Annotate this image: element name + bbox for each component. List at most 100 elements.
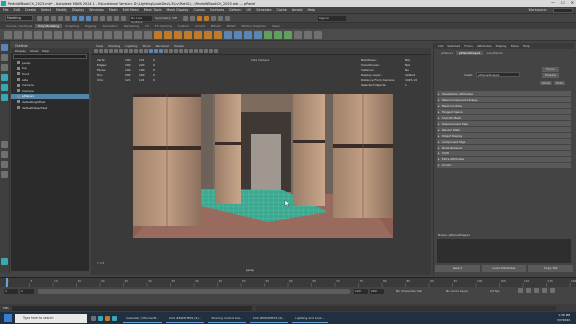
poly-sphere-icon[interactable] bbox=[4, 30, 12, 39]
undo-icon[interactable] bbox=[58, 15, 63, 21]
command-input[interactable] bbox=[12, 305, 253, 311]
menu-create[interactable]: Create bbox=[25, 8, 36, 12]
section-smooth-mesh[interactable]: Smooth Mesh bbox=[437, 114, 571, 121]
section-object-display[interactable]: Object Display bbox=[437, 132, 571, 139]
viewport-menu-lighting[interactable]: Lighting bbox=[125, 44, 137, 48]
go-to-start-icon[interactable] bbox=[518, 288, 523, 293]
connect-icon[interactable] bbox=[244, 30, 252, 39]
menu-mesh-display[interactable]: Mesh Display bbox=[167, 8, 189, 12]
super-shape-icon[interactable] bbox=[84, 30, 92, 39]
menu-deform[interactable]: Deform bbox=[229, 8, 241, 12]
snap-point-icon[interactable] bbox=[107, 15, 112, 21]
task-view-icon[interactable] bbox=[91, 315, 96, 321]
sweep-mesh-icon[interactable] bbox=[94, 30, 102, 39]
taskbar-item-cxa-2[interactable]: CXA #KW2HE29 (2)... bbox=[249, 313, 289, 323]
platonic-solid-icon[interactable] bbox=[74, 30, 82, 39]
shelf-tab-bifrost[interactable]: Bifrost bbox=[208, 24, 224, 28]
planar-map-icon[interactable] bbox=[274, 30, 282, 39]
sign-in-button[interactable]: Sign In bbox=[318, 16, 346, 21]
range-end-field[interactable]: 120 bbox=[354, 289, 368, 294]
range-start-field[interactable]: 1 bbox=[4, 289, 18, 294]
render-view-icon[interactable] bbox=[190, 15, 195, 21]
redo-icon[interactable] bbox=[65, 15, 70, 21]
taskbar-item-lighting[interactable]: Lighting and Look... bbox=[292, 313, 328, 323]
isolate-select-icon[interactable] bbox=[184, 49, 188, 53]
copy-tab-button[interactable]: Copy Tab bbox=[528, 265, 574, 272]
menu-arnold[interactable]: Arnold bbox=[292, 8, 303, 12]
multi-cut-icon[interactable] bbox=[224, 30, 232, 39]
step-back-icon[interactable] bbox=[526, 288, 531, 293]
taskbar-search-input[interactable]: Type here to search bbox=[15, 313, 87, 323]
viewport-panel[interactable]: View Shading Lighting Show Renderer Pane… bbox=[91, 43, 431, 275]
snap-grid-icon[interactable] bbox=[93, 15, 98, 21]
select-object-icon[interactable] bbox=[79, 15, 84, 21]
menu-windows[interactable]: Windows bbox=[89, 8, 104, 12]
safe-title-icon[interactable] bbox=[144, 49, 148, 53]
open-scene-icon[interactable] bbox=[44, 15, 49, 21]
ae-menu-help[interactable]: Help bbox=[523, 44, 530, 48]
wireframe-icon[interactable] bbox=[149, 49, 153, 53]
menu-cache[interactable]: Cache bbox=[277, 8, 287, 12]
shelf-tab-fx-caching[interactable]: FX Caching bbox=[152, 24, 175, 28]
shelf-tab-mash[interactable]: MASH bbox=[224, 24, 239, 28]
shelf-tab-animation[interactable]: Animation bbox=[99, 24, 120, 28]
section-displacement-map[interactable]: Displacement Map bbox=[437, 120, 571, 127]
section-mesh-component-display[interactable]: Mesh Component Display bbox=[437, 96, 571, 103]
paint-select-tool-icon[interactable] bbox=[1, 64, 8, 71]
arnold-logo-icon[interactable] bbox=[1, 258, 8, 265]
separate-icon[interactable] bbox=[114, 30, 122, 39]
maya-taskbar-icon[interactable] bbox=[112, 315, 117, 321]
fill-hole-icon[interactable] bbox=[184, 30, 192, 39]
render-current-icon[interactable] bbox=[197, 15, 202, 21]
shelf-tab-custom[interactable]: Custom bbox=[175, 24, 193, 28]
shelf-tab-sculpting[interactable]: Sculpting bbox=[62, 24, 82, 28]
single-perspective-layout-icon[interactable] bbox=[1, 151, 8, 158]
node-tab-pplaneshape1[interactable]: pPlaneShape1 bbox=[456, 51, 484, 55]
select-hierarchy-icon[interactable] bbox=[72, 15, 77, 21]
outliner-layout-icon[interactable] bbox=[1, 171, 8, 178]
viewport-menu-panels[interactable]: Panels bbox=[174, 44, 184, 48]
menu-display[interactable]: Display bbox=[72, 8, 84, 12]
ae-menu-selected[interactable]: Selected bbox=[447, 44, 460, 48]
append-polygon-icon[interactable] bbox=[194, 30, 202, 39]
poly-plane-icon[interactable] bbox=[54, 30, 62, 39]
smooth-icon[interactable] bbox=[124, 30, 132, 39]
new-scene-icon[interactable] bbox=[37, 15, 42, 21]
scene-render[interactable] bbox=[133, 94, 393, 238]
safe-action-icon[interactable] bbox=[139, 49, 143, 53]
last-tool-icon[interactable] bbox=[1, 141, 8, 148]
extrude-icon[interactable] bbox=[154, 30, 162, 39]
scale-tool-icon[interactable] bbox=[1, 94, 8, 101]
smooth-shade-icon[interactable] bbox=[154, 49, 158, 53]
use-all-lights-icon[interactable] bbox=[169, 49, 173, 53]
outliner-item-default-object-set[interactable]: defaultObjectSet bbox=[11, 105, 89, 111]
viewport-menu-shading[interactable]: Shading bbox=[108, 44, 120, 48]
taskbar-item-calendar[interactable]: Calendar | Microsoft... bbox=[123, 313, 162, 323]
symmetry-dropdown[interactable]: Symmetry: Off bbox=[155, 16, 183, 21]
outliner-search-input[interactable] bbox=[13, 54, 87, 59]
bridge-icon[interactable] bbox=[164, 30, 172, 39]
construction-history-icon[interactable] bbox=[183, 15, 188, 21]
poly-disc-icon[interactable] bbox=[64, 30, 72, 39]
move-tool-icon[interactable] bbox=[1, 74, 8, 81]
poly-cone-icon[interactable] bbox=[34, 30, 42, 39]
image-plane-icon[interactable] bbox=[109, 49, 113, 53]
character-set-dropdown[interactable]: No Character Set bbox=[396, 289, 436, 294]
grid-icon[interactable] bbox=[114, 49, 118, 53]
node-tab-pplane1[interactable]: pPlane1 bbox=[438, 51, 456, 55]
render-settings-icon[interactable] bbox=[211, 15, 216, 21]
ae-menu-focus[interactable]: Focus bbox=[464, 44, 473, 48]
quad-draw-icon[interactable] bbox=[254, 30, 262, 39]
freeze-transform-icon[interactable] bbox=[304, 30, 312, 39]
maximize-button[interactable]: ☐ bbox=[561, 0, 565, 5]
save-scene-icon[interactable] bbox=[51, 15, 56, 21]
close-button[interactable]: ✕ bbox=[571, 0, 574, 5]
magnet-icon[interactable] bbox=[121, 15, 126, 21]
arnold-render-view-icon[interactable] bbox=[225, 15, 230, 21]
poly-cube-icon[interactable] bbox=[14, 30, 22, 39]
viewport-menu-show[interactable]: Show bbox=[142, 44, 150, 48]
mel-label[interactable]: MEL bbox=[3, 306, 9, 310]
section-tessellation-attributes[interactable]: Tessellation Attributes bbox=[437, 91, 571, 97]
menu-mesh-tools[interactable]: Mesh Tools bbox=[144, 8, 162, 12]
menu-select[interactable]: Select bbox=[41, 8, 51, 12]
